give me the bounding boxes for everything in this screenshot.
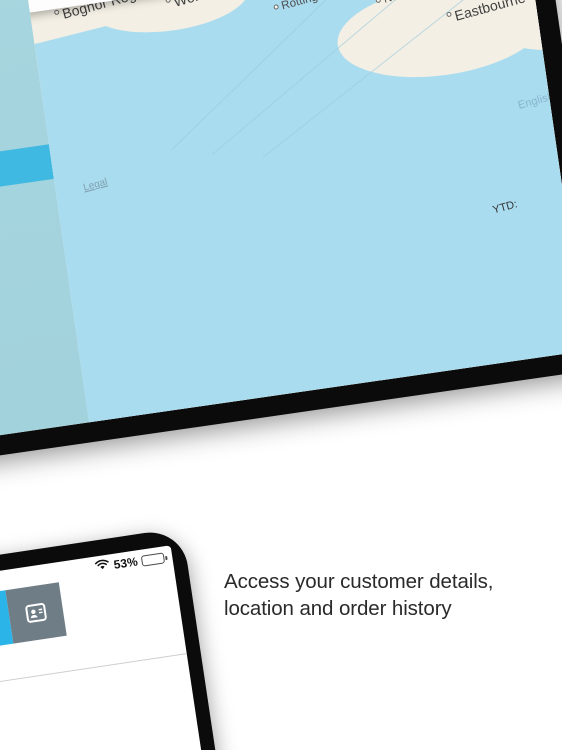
tablet-device-top: Presentation Catalogue Product List Cust… <box>0 0 562 487</box>
tablet-screen: Presentation Catalogue Product List Cust… <box>0 0 562 464</box>
battery-icon <box>140 551 166 567</box>
battery-percent-label: 53% <box>112 554 139 572</box>
caption-line-2: location and order history <box>224 597 452 621</box>
toolbar-button-contact-card[interactable] <box>5 582 67 644</box>
wifi-icon <box>94 559 111 575</box>
status-bar: 53% <box>94 550 166 575</box>
phone-device-bottom: 53% <box>0 527 231 750</box>
phone-screen: 53% <box>0 545 215 750</box>
map-panel[interactable]: etersfieldSouthwaterShipleyHaywards Heat… <box>9 0 562 423</box>
screenshot-page: Presentation Catalogue Product List Cust… <box>0 0 562 750</box>
contact-card-icon <box>25 603 47 623</box>
table-row[interactable]: ive Sofa <box>0 723 204 750</box>
caption-line-1: Access your customer details, <box>224 570 494 593</box>
caption-text: Access your customer details, location a… <box>224 568 524 622</box>
sidebar-item-dashboard[interactable]: Dashboard <box>0 362 85 436</box>
